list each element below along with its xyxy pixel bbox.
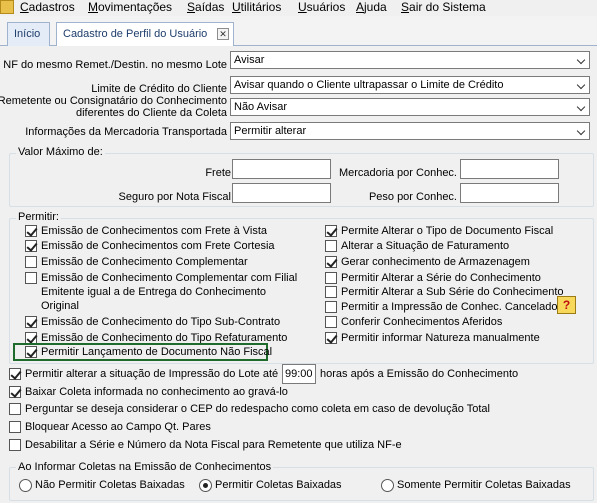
conferir-aferidos-label: Conferir Conhecimentos Aferidos [341, 316, 503, 328]
app-icon [0, 0, 14, 14]
seguro-label: Seguro por Nota Fiscal [118, 191, 232, 203]
menu-ajuda[interactable]: Ajuda [356, 0, 387, 14]
complementar-checkbox[interactable] [25, 256, 37, 268]
chevron-down-icon [576, 102, 586, 112]
peso-input[interactable] [460, 183, 559, 203]
info-mercadoria-label: Informações da Mercadoria Transportada [25, 126, 227, 138]
seguro-input[interactable] [232, 183, 331, 203]
mercadoria-input[interactable] [460, 159, 559, 179]
remetente-label-line2: diferentes do Cliente da Coleta [75, 107, 227, 119]
armazenagem-label: Gerar conhecimento de Armazenagem [341, 256, 530, 268]
documento-nao-fiscal-label: Permitir Lançamento de Documento Não Fis… [41, 346, 273, 358]
tab-strip: Início Cadastro de Perfil do Usuário ✕ [0, 16, 597, 47]
somente-permitir-radio[interactable] [381, 479, 394, 492]
chevron-down-icon [576, 55, 586, 65]
alterar-serie-label: Permitir Alterar a Série do Conhecimento [341, 272, 541, 284]
baixar-coleta-label: Baixar Coleta informada no conhecimento … [25, 386, 288, 398]
complementar-filial-label-line3: Original [41, 300, 79, 312]
limite-credito-value: Avisar quando o Cliente ultrapassar o Li… [234, 79, 504, 91]
horas-input[interactable]: 99:00 [282, 364, 316, 384]
menu-saidas[interactable]: Saídas [187, 0, 224, 14]
impressao-cancelado-checkbox[interactable] [325, 301, 337, 313]
menu-movimentacoes[interactable]: Movimentações [88, 0, 172, 14]
question-mark-icon[interactable]: ? [557, 296, 576, 314]
limite-credito-label: Limite de Crédito do Cliente [91, 83, 227, 95]
situacao-faturamento-checkbox[interactable] [325, 240, 337, 252]
permitir-label: Permitir Coletas Baixadas [215, 479, 342, 491]
permitir-radio[interactable] [199, 479, 212, 492]
complementar-label: Emissão de Conhecimento Complementar [41, 256, 248, 268]
tab-cadastro-perfil[interactable]: Cadastro de Perfil do Usuário ✕ [56, 22, 234, 47]
complementar-filial-label: Emissão de Conhecimento Complementar com… [41, 272, 298, 284]
menu-bar: Cadastros Movimentações Saídas Utilitári… [0, 0, 597, 16]
chevron-down-icon [576, 126, 586, 136]
sub-contrato-label: Emissão de Conhecimento do Tipo Sub-Cont… [41, 316, 281, 328]
alterar-serie-checkbox[interactable] [325, 272, 337, 284]
desabilitar-serie-checkbox[interactable] [9, 439, 21, 451]
menu-sair[interactable]: Sair do Sistema [401, 0, 486, 14]
info-mercadoria-select[interactable]: Permitir alterar [230, 122, 590, 140]
bloquear-acesso-checkbox[interactable] [9, 421, 21, 433]
frete-input[interactable] [232, 159, 331, 179]
nao-permitir-radio[interactable] [19, 479, 32, 492]
armazenagem-checkbox[interactable] [325, 256, 337, 268]
alterar-tipo-doc-checkbox[interactable] [325, 225, 337, 237]
valor-maximo-title: Valor Máximo de: [16, 146, 105, 158]
tab-inicio[interactable]: Início [7, 22, 50, 46]
documento-nao-fiscal-checkbox[interactable] [25, 346, 37, 358]
menu-cadastros[interactable]: Cadastros [20, 0, 75, 14]
baixar-coleta-checkbox[interactable] [9, 386, 21, 398]
nf-mesmo-remet-value: Avisar [234, 54, 265, 66]
situacao-faturamento-label: Alterar a Situação de Faturamento [341, 240, 510, 252]
permitir-title: Permitir: [16, 211, 61, 223]
frete-vista-label: Emissão de Conhecimentos com Frete à Vis… [41, 225, 268, 237]
natureza-manual-label: Permitir informar Natureza manualmente [341, 332, 540, 344]
mercadoria-label: Mercadoria por Conhec. [338, 167, 457, 179]
bloquear-acesso-label: Bloquear Acesso ao Campo Qt. Pares [25, 421, 211, 433]
menu-utilitarios[interactable]: Utilitários [232, 0, 281, 14]
close-tab-icon[interactable]: ✕ [217, 28, 229, 40]
frete-cortesia-label: Emissão de Conhecimentos com Frete Corte… [41, 240, 275, 252]
remetente-select[interactable]: Não Avisar [230, 98, 590, 116]
sub-contrato-checkbox[interactable] [25, 316, 37, 328]
desabilitar-serie-label: Desabilitar a Série e Número da Nota Fis… [25, 439, 402, 451]
alterar-tipo-doc-label: Permite Alterar o Tipo de Documento Fisc… [341, 225, 554, 237]
natureza-manual-checkbox[interactable] [325, 332, 337, 344]
horas-suffix-label: horas após a Emissão do Conhecimento [320, 368, 519, 380]
info-mercadoria-value: Permitir alterar [234, 125, 307, 137]
coletas-title: Ao Informar Coletas na Emissão de Conhec… [16, 461, 274, 473]
frete-cortesia-checkbox[interactable] [25, 240, 37, 252]
remetente-label-line1: Remetente ou Consignatário do Conhecimen… [0, 95, 227, 107]
alterar-situacao-label: Permitir alterar a situação de Impressão… [25, 368, 279, 380]
complementar-filial-label-line2: Emitente igual a de Entrega do Conhecime… [41, 286, 267, 298]
conferir-aferidos-checkbox[interactable] [325, 316, 337, 328]
nf-mesmo-remet-select[interactable]: Avisar [230, 51, 590, 69]
somente-permitir-label: Somente Permitir Coletas Baixadas [397, 479, 571, 491]
impressao-cancelado-label: Permitir a Impressão de Conhec. Cancelad… [341, 301, 558, 313]
alterar-sub-serie-checkbox[interactable] [325, 286, 337, 298]
frete-label: Frete [205, 167, 231, 179]
alterar-sub-serie-label: Permitir Alterar a Sub Série do Conhecim… [341, 286, 564, 298]
peso-label: Peso por Conhec. [368, 191, 457, 203]
remetente-value: Não Avisar [234, 101, 287, 113]
tab-inicio-label: Início [14, 28, 41, 40]
chevron-down-icon [576, 80, 586, 90]
content-panel: NF do mesmo Remet./Destin. no mesmo Lote… [0, 46, 597, 503]
limite-credito-select[interactable]: Avisar quando o Cliente ultrapassar o Li… [230, 76, 590, 94]
nf-mesmo-remet-label: NF do mesmo Remet./Destin. no mesmo Lote [3, 59, 227, 71]
complementar-filial-checkbox[interactable] [25, 272, 37, 284]
tab-cadastro-perfil-label: Cadastro de Perfil do Usuário [63, 28, 208, 40]
perguntar-cep-checkbox[interactable] [9, 403, 21, 415]
nao-permitir-label: Não Permitir Coletas Baixadas [35, 479, 185, 491]
frete-vista-checkbox[interactable] [25, 225, 37, 237]
alterar-situacao-checkbox[interactable] [9, 368, 21, 380]
perguntar-cep-label: Perguntar se deseja considerar o CEP do … [25, 403, 490, 415]
menu-usuarios[interactable]: Usuários [298, 0, 345, 14]
